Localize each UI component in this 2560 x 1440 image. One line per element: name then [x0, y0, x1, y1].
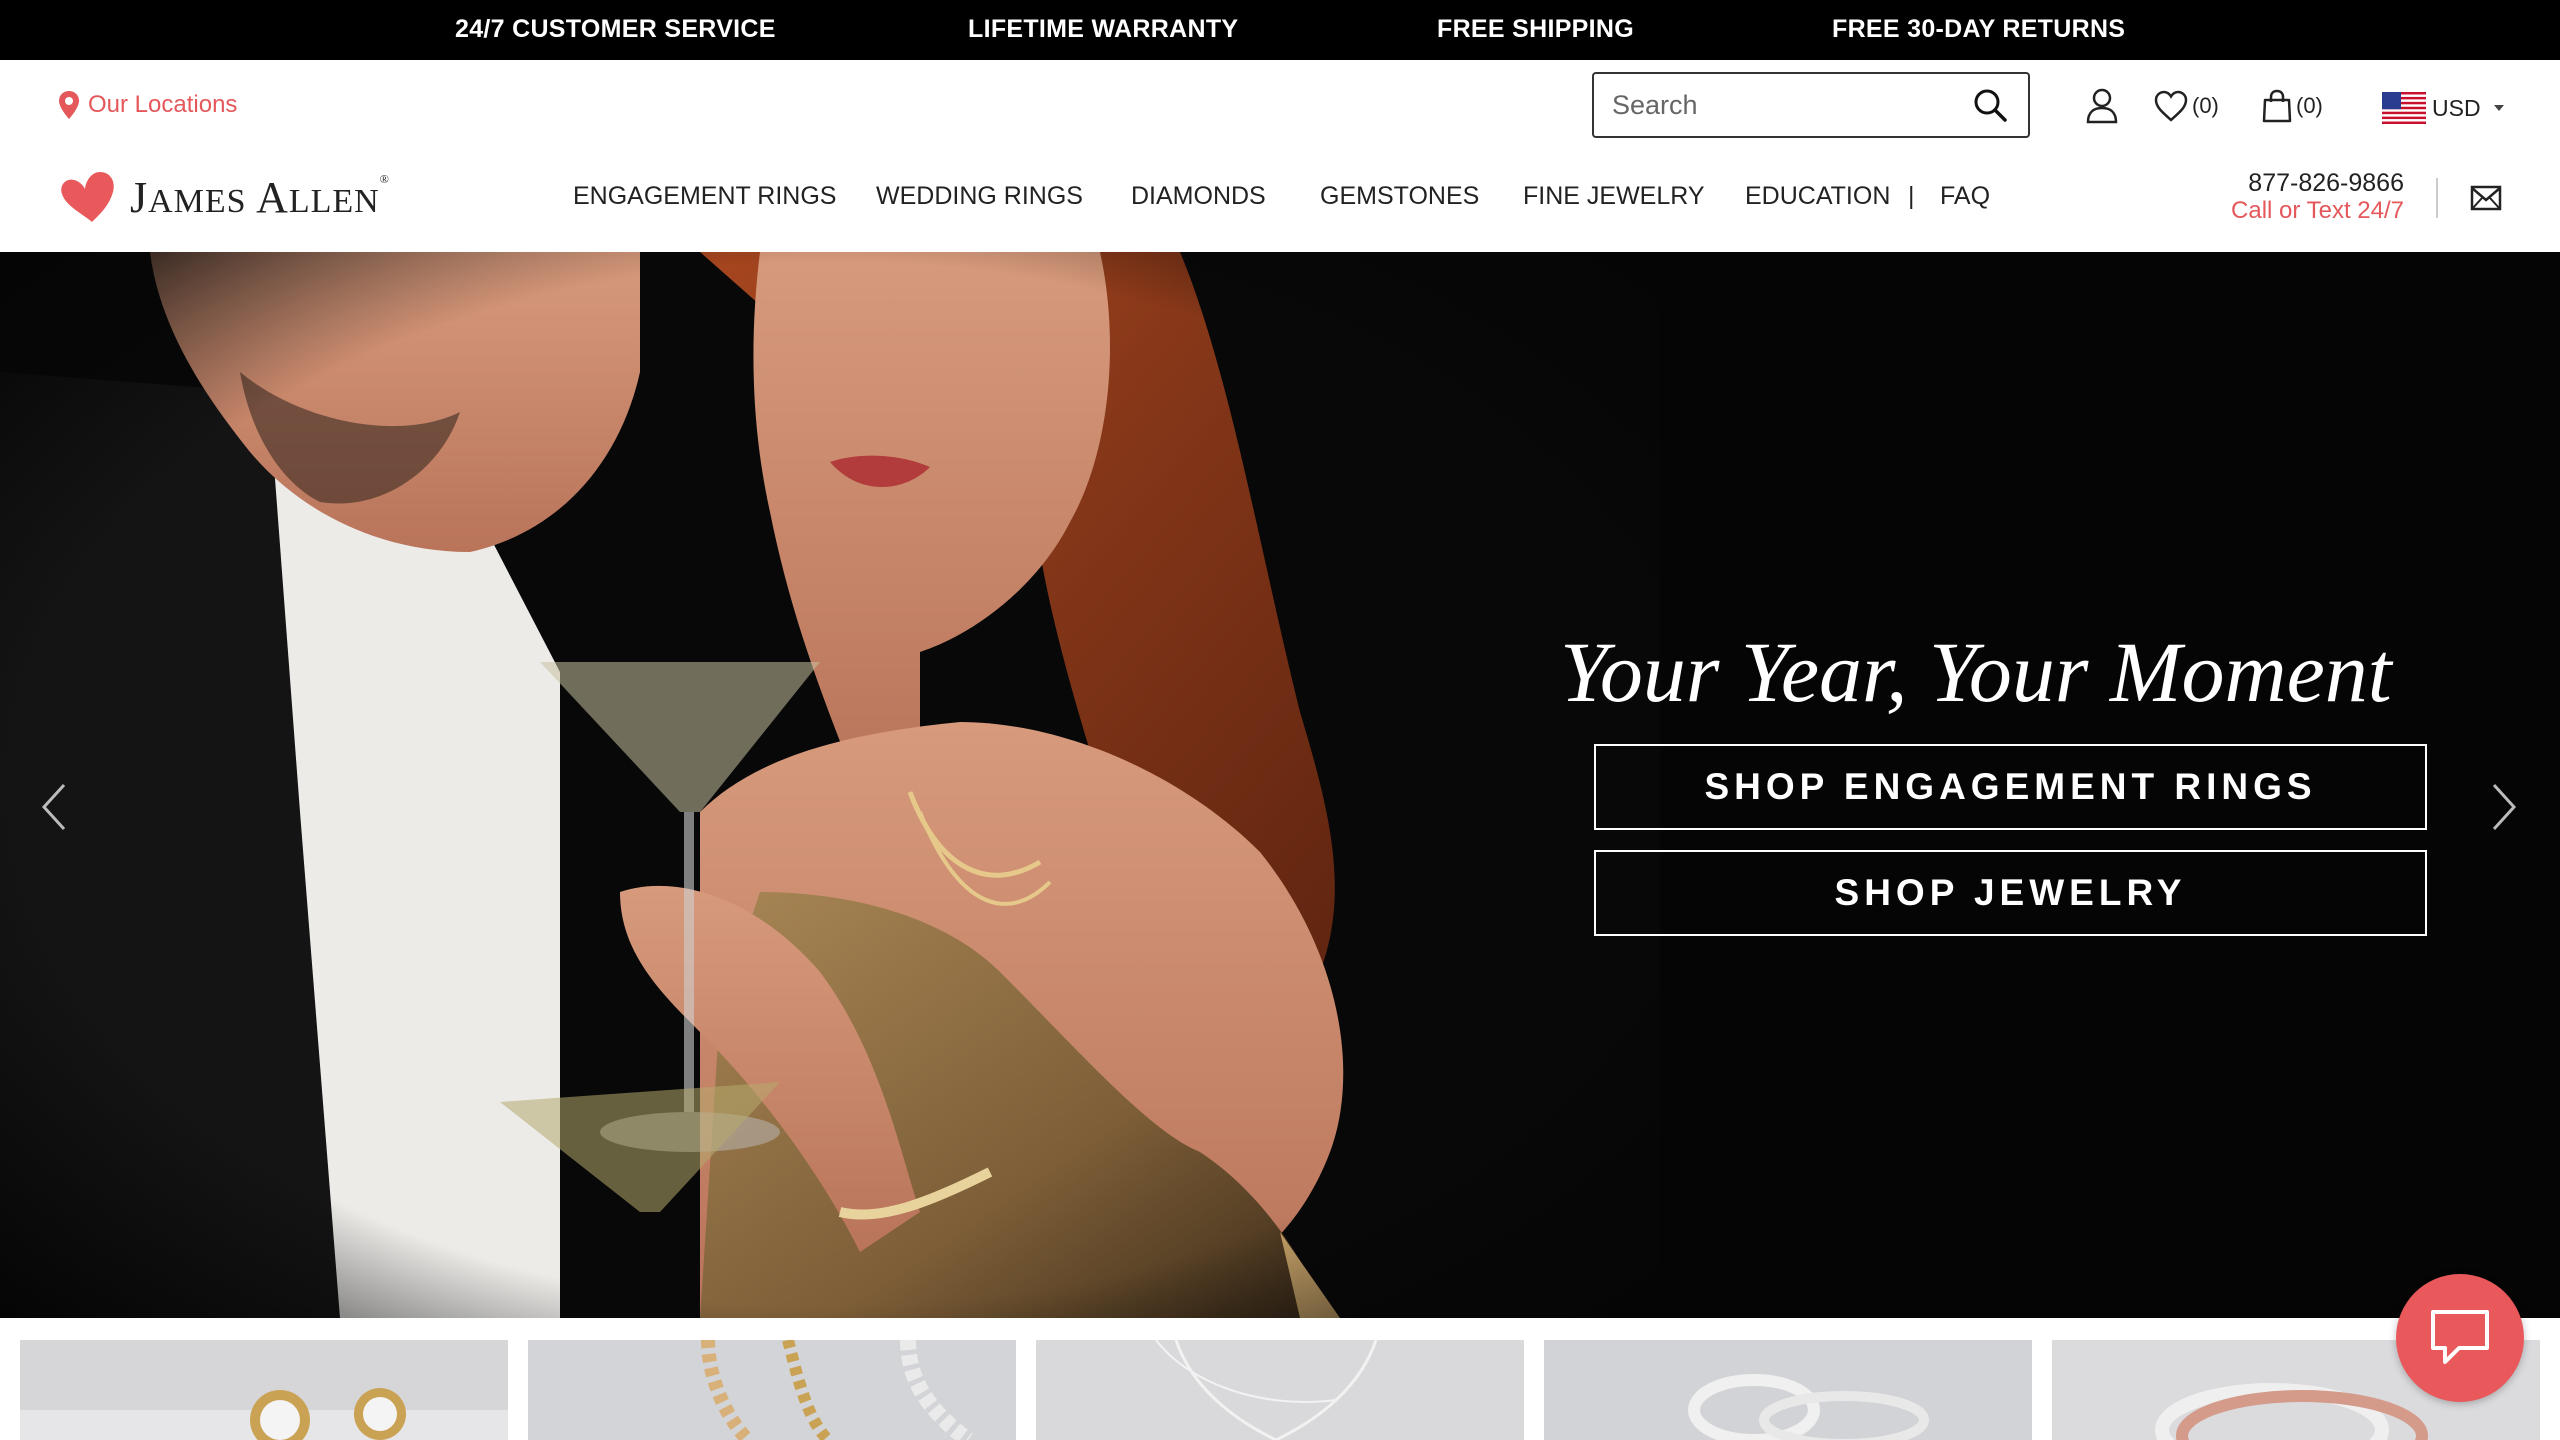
category-tile-rings[interactable]	[1544, 1340, 2032, 1440]
nav-diamonds[interactable]: DIAMONDS	[1131, 176, 1266, 216]
location-pin-icon	[59, 91, 79, 119]
wishlist-count: (0)	[2192, 93, 2219, 118]
logo-letter-j: J	[130, 172, 149, 222]
our-locations-label: Our Locations	[88, 91, 238, 118]
bracelets-image	[528, 1340, 1016, 1440]
promo-bar: 24/7 CUSTOMER SERVICE LIFETIME WARRANTY …	[0, 0, 2560, 60]
chevron-left-icon	[41, 783, 66, 831]
nav-gemstones[interactable]: GEMSTONES	[1320, 176, 1479, 216]
hero-banner: Your Year, Your Moment SHOP ENGAGEMENT R…	[0, 252, 2560, 1318]
promo-free-shipping: FREE SHIPPING	[1437, 15, 1634, 43]
category-tile-bracelets[interactable]	[528, 1340, 1016, 1440]
promo-lifetime-warranty: LIFETIME WARRANTY	[968, 15, 1239, 43]
promo-customer-service: 24/7 CUSTOMER SERVICE	[455, 15, 776, 43]
carousel-prev-button[interactable]	[28, 772, 78, 842]
rings-image	[1544, 1340, 2032, 1440]
nav-education[interactable]: EDUCATION	[1745, 176, 1890, 216]
heart-icon	[2154, 90, 2188, 122]
wishlist-button[interactable]: (0)	[2154, 86, 2219, 126]
user-icon	[2086, 88, 2118, 124]
nav-engagement-rings[interactable]: ENGAGEMENT RINGS	[573, 176, 836, 216]
james-allen-logo[interactable]: JAMES ALLEN®	[58, 166, 390, 228]
header-divider	[2436, 178, 2438, 218]
email-button[interactable]	[2466, 180, 2506, 216]
phone-subtext: Call or Text 24/7	[2231, 197, 2404, 224]
currency-selector[interactable]: USD	[2382, 88, 2507, 128]
hero-photo	[0, 252, 1660, 1318]
account-button[interactable]	[2086, 86, 2118, 126]
chevron-right-icon	[2492, 783, 2517, 831]
our-locations-link[interactable]: Our Locations	[58, 88, 237, 122]
search-icon	[1974, 89, 2007, 122]
logo-letter-a: A	[256, 172, 289, 222]
heart-logo-icon	[61, 172, 114, 222]
chat-icon	[2431, 1310, 2489, 1364]
mail-icon	[2470, 185, 2502, 211]
shop-jewelry-button[interactable]: SHOP JEWELRY	[1594, 850, 2427, 936]
nav-fine-jewelry[interactable]: FINE JEWELRY	[1523, 176, 1705, 216]
caret-down-icon	[2493, 105, 2504, 111]
logo-letters-llen: LLEN	[288, 182, 380, 220]
category-tile-earrings[interactable]	[20, 1340, 508, 1440]
logo-wordmark: JAMES ALLEN®	[130, 172, 390, 223]
search-input[interactable]	[1612, 89, 1970, 121]
hero-title: Your Year, Your Moment	[1560, 624, 2392, 720]
search-box	[1592, 72, 2030, 138]
us-flag-icon	[2382, 92, 2426, 124]
earrings-image	[20, 1340, 508, 1440]
necklaces-image	[1036, 1340, 1524, 1440]
nav-wedding-rings[interactable]: WEDDING RINGS	[876, 176, 1083, 216]
nav-faq[interactable]: FAQ	[1940, 176, 1990, 216]
shop-engagement-rings-button[interactable]: SHOP ENGAGEMENT RINGS	[1594, 744, 2427, 830]
chat-button[interactable]	[2396, 1274, 2524, 1402]
logo-letters-ames: AMES	[148, 182, 257, 220]
carousel-next-button[interactable]	[2480, 772, 2530, 842]
cart-count: (0)	[2296, 93, 2323, 118]
nav-separator: |	[1908, 182, 1915, 210]
cart-button[interactable]: (0)	[2262, 86, 2323, 126]
category-tile-necklaces[interactable]	[1036, 1340, 1524, 1440]
search-button[interactable]	[1970, 85, 2010, 125]
logo-registered-mark: ®	[379, 171, 390, 186]
currency-label: USD	[2432, 94, 2481, 121]
promo-free-returns: FREE 30-DAY RETURNS	[1832, 15, 2126, 43]
phone-contact[interactable]: 877-826-9866 Call or Text 24/7	[2200, 168, 2404, 224]
phone-number: 877-826-9866	[2248, 169, 2404, 197]
bag-icon	[2262, 89, 2292, 123]
